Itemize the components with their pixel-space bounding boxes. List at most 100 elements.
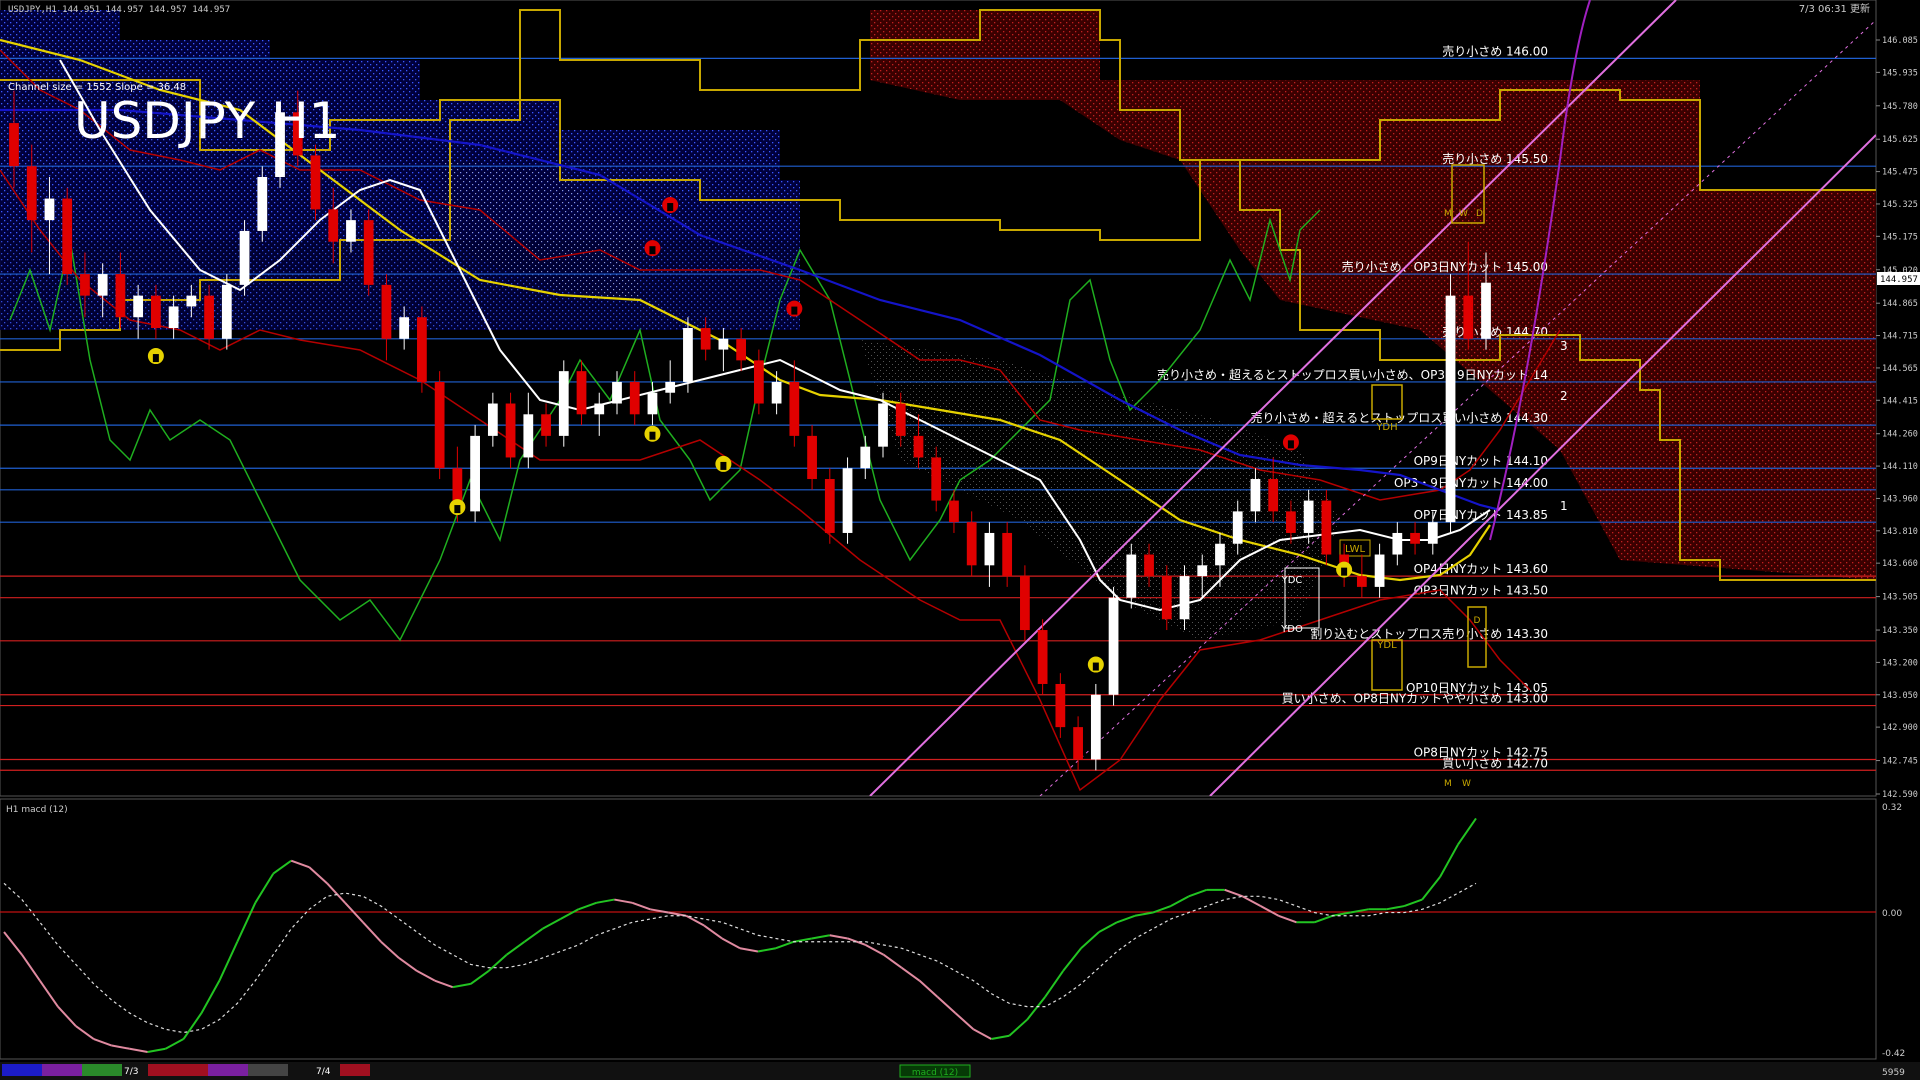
macd-title: H1 macd (12): [6, 805, 68, 815]
price-tick-label: 144.415: [1882, 396, 1918, 406]
signal-marker-notch: [667, 203, 674, 212]
candle-up: [97, 274, 108, 296]
price-tick-label: 142.745: [1882, 757, 1918, 767]
bottom-bar: 7/3 7/4 macd (12) 5959: [0, 1062, 1920, 1080]
color-chip-6[interactable]: [248, 1064, 288, 1076]
candle-up: [647, 392, 658, 415]
price-tick-label: 143.505: [1882, 593, 1918, 603]
candle-up: [718, 338, 729, 350]
candle-down: [1268, 479, 1279, 512]
candle-up: [665, 381, 676, 393]
signal-marker-notch: [791, 306, 798, 315]
signal-marker-notch: [649, 431, 656, 440]
w-top-label: W: [1459, 209, 1468, 219]
candle-up: [1179, 576, 1190, 620]
price-tick-label: 145.625: [1882, 135, 1918, 145]
candle-down: [1463, 295, 1474, 339]
candle-up: [1374, 554, 1385, 587]
price-tick-label: 142.590: [1882, 790, 1918, 800]
d-bottom-label: D: [1474, 616, 1481, 626]
signal-marker-notch: [152, 354, 159, 363]
candle-down: [576, 371, 587, 415]
ydl-label: YDL: [1376, 640, 1397, 651]
signal-marker-notch: [1341, 567, 1348, 576]
level-label: 売り小さめ・超えるとストップロス買い小さめ 144.30: [1251, 410, 1548, 425]
candle-down: [1144, 554, 1154, 577]
candle-up: [399, 317, 410, 339]
price-tick-label: 143.660: [1882, 559, 1918, 569]
color-chip-5[interactable]: [208, 1064, 248, 1076]
candle-up: [860, 446, 871, 469]
candle-down: [966, 522, 977, 566]
signal-marker-notch: [454, 505, 461, 514]
timestamp: 7/3 06:31 更新: [1799, 2, 1870, 15]
signal-marker-notch: [649, 246, 656, 255]
candle-down: [824, 479, 835, 533]
candle-down: [1055, 683, 1066, 728]
candle-down: [417, 317, 427, 382]
candle-down: [789, 381, 800, 436]
candle-up: [1090, 694, 1101, 760]
candle-down: [895, 403, 906, 436]
color-chip-7[interactable]: [340, 1064, 370, 1076]
candle-up: [1445, 295, 1456, 523]
candle-down: [9, 123, 19, 167]
macd-tick-zero: 0.00: [1882, 909, 1902, 919]
price-tick-label: 144.110: [1882, 462, 1918, 472]
candle-down: [541, 414, 551, 436]
candle-down: [1002, 532, 1013, 577]
candle-down: [62, 198, 73, 275]
candle-down: [1356, 576, 1367, 587]
candle-up: [1215, 543, 1225, 566]
color-chip-1[interactable]: [2, 1064, 42, 1076]
candle-up: [470, 435, 480, 512]
candle-up: [1126, 554, 1137, 598]
candle-up: [239, 230, 250, 285]
candle-up: [487, 403, 498, 436]
level-label: 買い小さめ、OP8日NYカットやや小さめ 143.00: [1282, 692, 1548, 706]
candle-down: [26, 166, 37, 221]
signal-marker-notch: [1092, 662, 1099, 671]
candle-up: [612, 381, 622, 404]
date-label-2: 7/4: [316, 1067, 331, 1077]
candle-down: [434, 381, 445, 469]
macd-tab-label[interactable]: macd (12): [912, 1068, 958, 1078]
color-chip-2[interactable]: [42, 1064, 82, 1076]
candle-down: [328, 209, 339, 242]
candle-down: [80, 274, 90, 296]
candle-down: [931, 457, 942, 501]
price-tick-label: 143.810: [1882, 527, 1918, 537]
candle-up: [257, 176, 268, 231]
color-chip-3[interactable]: [82, 1064, 122, 1076]
candle-up: [1108, 597, 1119, 695]
candle-down: [363, 220, 374, 285]
candle-up: [523, 414, 534, 458]
candle-down: [151, 295, 161, 329]
level-label: 売り小さめ 145.50: [1442, 151, 1548, 166]
candle-down: [629, 381, 640, 415]
candle-down: [1073, 727, 1083, 760]
candle-up: [771, 381, 782, 404]
price-tick-label: 145.175: [1882, 232, 1918, 242]
price-tick-label: 144.715: [1882, 332, 1918, 342]
candle-down: [505, 403, 516, 458]
candle-down: [700, 328, 711, 350]
candle-down: [807, 435, 817, 480]
macd-tick-bottom: -0.42: [1882, 1049, 1905, 1059]
macd-panel-frame: [0, 798, 1877, 1060]
macd-tick-top: 0.32: [1882, 803, 1902, 813]
price-tick-label: 146.085: [1882, 36, 1918, 46]
level-label: 割り込むとストップロス売り小さめ 143.30: [1310, 626, 1548, 641]
candle-up: [221, 284, 232, 339]
lwl-label: LWL: [1345, 544, 1366, 555]
price-tick-label: 145.780: [1882, 102, 1918, 112]
color-chip-4[interactable]: [148, 1064, 208, 1076]
candle-down: [381, 284, 392, 339]
channel-marker-1: 1: [1560, 499, 1568, 513]
channel-marker-2: 2: [1560, 389, 1568, 403]
w-bottom-label: W: [1462, 779, 1471, 789]
candle-down: [913, 435, 924, 458]
candle-up: [1232, 511, 1243, 544]
candle-up: [133, 295, 144, 318]
bottom-right-value: 5959: [1882, 1068, 1905, 1078]
